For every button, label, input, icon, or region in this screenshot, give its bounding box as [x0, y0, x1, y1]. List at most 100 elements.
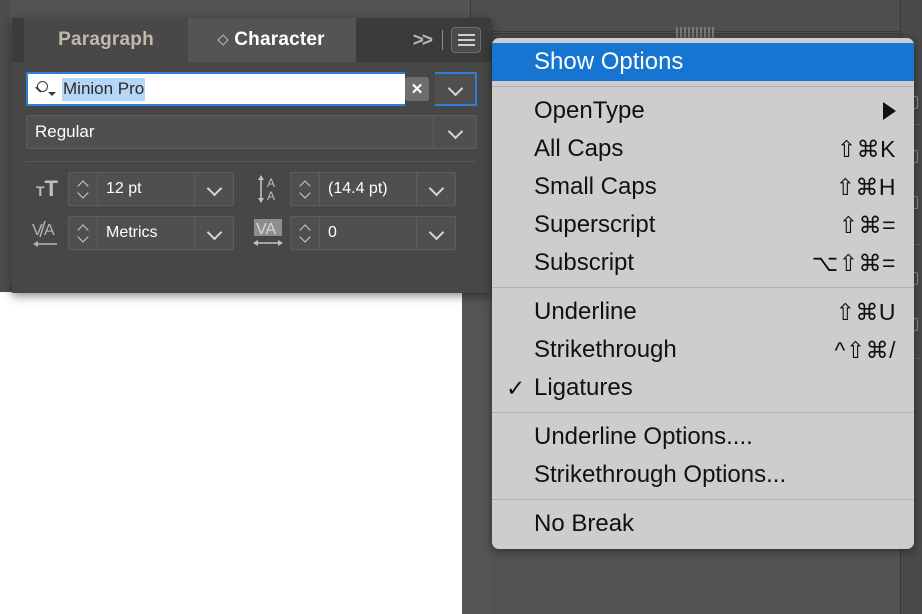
stepper-down-icon[interactable] — [78, 192, 89, 198]
menu-item-shortcut: ^⇧⌘/ — [834, 336, 896, 363]
font-style-value: Regular — [35, 122, 95, 141]
panel-flyout-menu[interactable]: Show Options OpenType All Caps ⇧⌘K Small Cap… — [492, 38, 914, 549]
font-family-input[interactable]: Minion Pro — [26, 72, 405, 106]
tab-paragraph-label: Paragraph — [58, 29, 154, 50]
stepper-down-icon[interactable] — [78, 236, 89, 242]
leading-stepper[interactable] — [291, 173, 320, 205]
kerning-glyph: V A — [32, 220, 57, 247]
hamburger-line — [457, 39, 475, 41]
kerning-icon: V A — [26, 216, 68, 250]
menu-item-ligatures[interactable]: ✓ Ligatures — [492, 369, 914, 407]
tracking-field[interactable]: 0 — [290, 216, 456, 250]
stepper-down-icon[interactable] — [300, 192, 311, 198]
menu-item-superscript[interactable]: Superscript ⇧⌘= — [492, 206, 914, 244]
diamond-icon — [217, 34, 229, 46]
check-icon: ✓ — [506, 374, 526, 401]
menu-item-strikethrough[interactable]: Strikethrough ^⇧⌘/ — [492, 331, 914, 369]
menu-item-show-options[interactable]: Show Options — [492, 43, 914, 81]
clear-icon[interactable]: ✕ — [405, 77, 429, 101]
menu-item-all-caps[interactable]: All Caps ⇧⌘K — [492, 130, 914, 168]
menu-item-label: Underline Options.... — [534, 423, 753, 450]
menu-item-opentype[interactable]: OpenType — [492, 92, 914, 130]
stepper-up-icon[interactable] — [300, 181, 311, 187]
font-size-icon: TT — [35, 176, 58, 201]
font-size-dropdown-button[interactable] — [194, 173, 233, 205]
toolbar-divider — [442, 30, 443, 50]
hamburger-line — [457, 34, 475, 36]
menu-item-label: All Caps — [534, 135, 624, 162]
font-size-value[interactable]: 12 pt — [98, 173, 194, 205]
chevron-down-icon — [207, 229, 221, 238]
stepper-down-icon[interactable] — [300, 236, 311, 242]
svg-text:VA: VA — [256, 221, 276, 238]
tab-paragraph[interactable]: Paragraph — [24, 18, 188, 62]
menu-item-label: Small Caps — [534, 173, 657, 200]
kerning-value[interactable]: Metrics — [98, 217, 194, 249]
menu-separator — [492, 287, 914, 288]
stepper-up-icon[interactable] — [78, 181, 89, 187]
font-size-stepper[interactable] — [69, 173, 98, 205]
menu-item-label: Strikethrough Options... — [534, 461, 787, 488]
menu-item-label: Strikethrough — [534, 336, 677, 363]
menu-item-label: Show Options — [534, 48, 684, 75]
character-panel: Paragraph Character >> Minion Pro ✕ Regu… — [12, 18, 491, 293]
menu-item-shortcut: ⇧⌘U — [835, 298, 896, 325]
menu-item-label: OpenType — [534, 97, 645, 124]
menu-item-shortcut: ⌥⇧⌘= — [811, 249, 896, 276]
leading-value[interactable]: (14.4 pt) — [320, 173, 416, 205]
menu-item-shortcut: ⇧⌘= — [838, 211, 896, 238]
tab-character-label: Character — [234, 29, 325, 50]
menu-item-subscript[interactable]: Subscript ⌥⇧⌘= — [492, 244, 914, 282]
panel-divider — [26, 161, 477, 162]
font-family-dropdown-button[interactable] — [435, 72, 477, 106]
kerning-stepper[interactable] — [69, 217, 98, 249]
stepper-up-icon[interactable] — [300, 225, 311, 231]
size-leading-row: TT 12 pt A A (14.4 pt) — [26, 172, 477, 206]
menu-item-no-break[interactable]: No Break — [492, 505, 914, 543]
kerning-dropdown-button[interactable] — [194, 217, 233, 249]
menu-separator — [492, 86, 914, 87]
chevron-down-icon — [429, 185, 443, 194]
chevron-down-icon — [207, 185, 221, 194]
kerning-tracking-row: V A Metrics VA 0 — [26, 216, 477, 250]
tracking-icon: VA — [248, 216, 290, 250]
kerning-group: V A Metrics — [26, 216, 234, 250]
leading-dropdown-button[interactable] — [416, 173, 455, 205]
svg-text:A: A — [267, 176, 275, 190]
menu-separator — [492, 412, 914, 413]
font-size-field[interactable]: 12 pt — [68, 172, 234, 206]
font-family-row: Minion Pro ✕ — [26, 72, 477, 106]
stepper-up-icon[interactable] — [78, 225, 89, 231]
panel-body: Minion Pro ✕ Regular TT 12 pt A A (14.4 … — [12, 62, 491, 262]
submenu-arrow-icon — [883, 102, 896, 120]
document-canvas — [0, 292, 462, 614]
search-icon — [35, 79, 57, 99]
menu-item-underline[interactable]: Underline ⇧⌘U — [492, 293, 914, 331]
font-style-select[interactable]: Regular — [26, 115, 477, 149]
svg-text:A: A — [44, 222, 55, 239]
menu-item-label: Underline — [534, 298, 637, 325]
menu-item-strikethrough-options[interactable]: Strikethrough Options... — [492, 456, 914, 494]
font-family-value: Minion Pro — [62, 77, 146, 101]
leading-group: A A (14.4 pt) — [248, 172, 456, 206]
kerning-field[interactable]: Metrics — [68, 216, 234, 250]
hamburger-menu-icon[interactable] — [451, 27, 481, 53]
menu-item-underline-options[interactable]: Underline Options.... — [492, 418, 914, 456]
tracking-group: VA 0 — [248, 216, 456, 250]
menu-separator — [492, 499, 914, 500]
tab-character[interactable]: Character — [188, 18, 356, 62]
tracking-dropdown-button[interactable] — [416, 217, 455, 249]
menu-item-shortcut: ⇧⌘H — [835, 173, 896, 200]
leading-field[interactable]: (14.4 pt) — [290, 172, 456, 206]
tracking-glyph: VA — [253, 219, 283, 246]
svg-text:A: A — [267, 189, 275, 203]
tracking-stepper[interactable] — [291, 217, 320, 249]
menu-item-label: Ligatures — [534, 374, 633, 401]
left-edge-strip — [0, 0, 10, 292]
leading-glyph: A A — [258, 175, 275, 203]
double-chevron-icon[interactable]: >> — [413, 30, 433, 52]
menu-item-small-caps[interactable]: Small Caps ⇧⌘H — [492, 168, 914, 206]
menu-item-label: Subscript — [534, 249, 635, 276]
tracking-value[interactable]: 0 — [320, 217, 416, 249]
font-style-dropdown-button[interactable] — [433, 116, 476, 148]
